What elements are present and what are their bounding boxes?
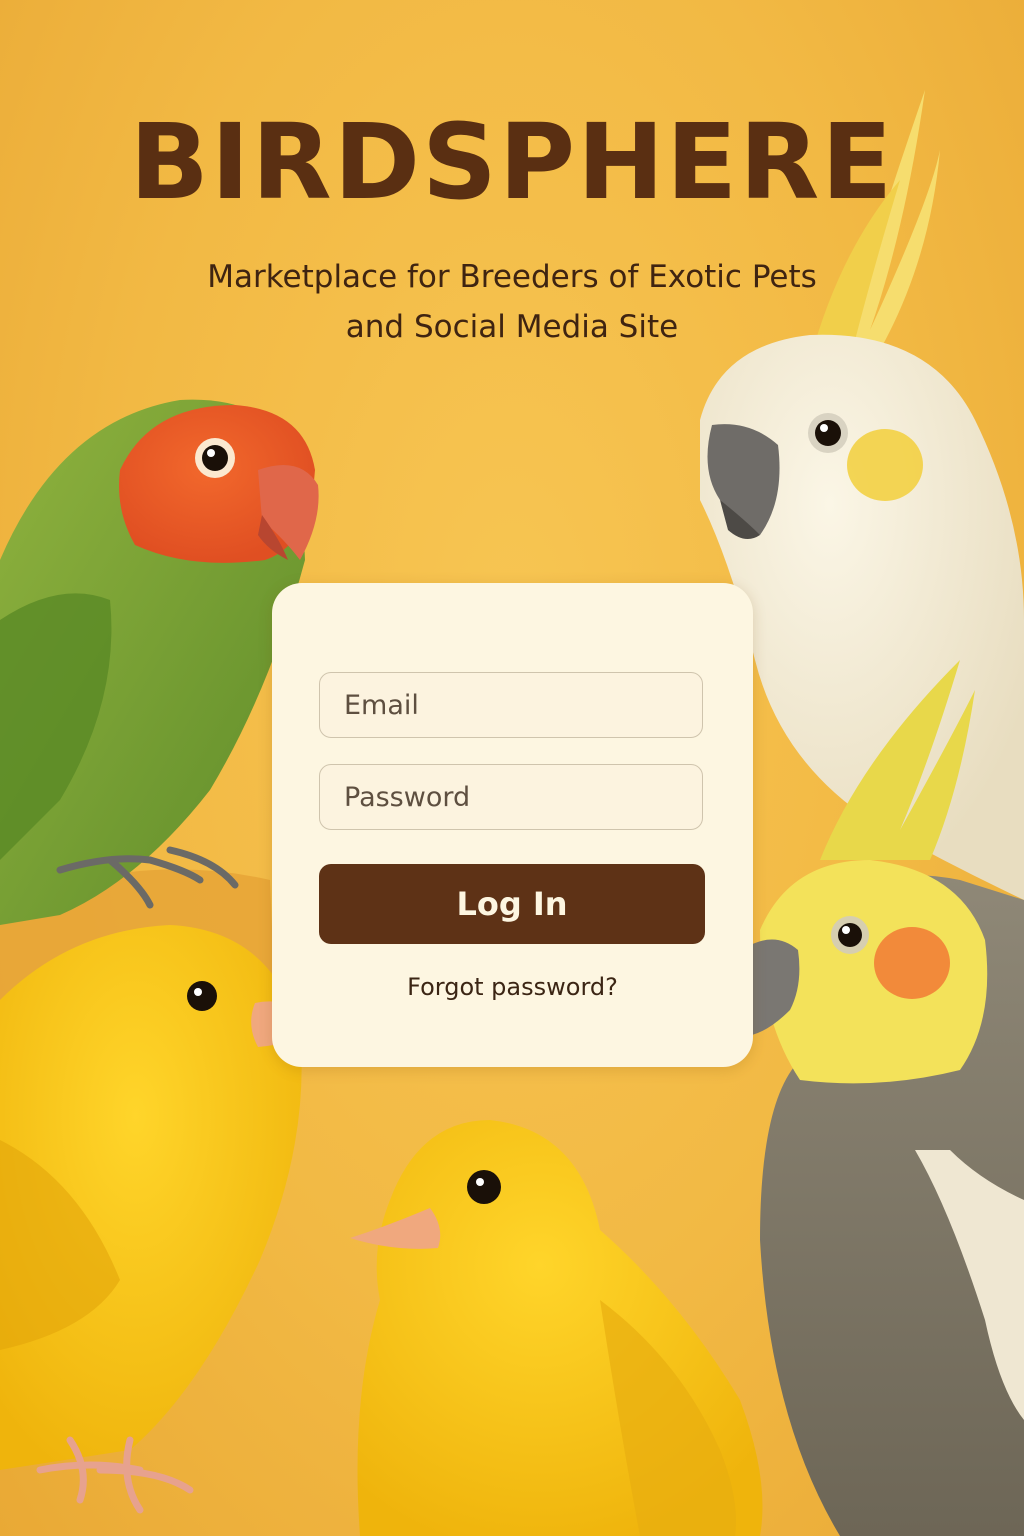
login-button[interactable]: Log In (319, 864, 705, 944)
password-field[interactable] (319, 764, 703, 830)
subtitle-line-2: and Social Media Site (345, 309, 679, 345)
login-page: BIRDSPHERE Marketplace for Breeders of E… (0, 0, 1024, 1536)
canary-left (0, 925, 318, 1514)
canary-center (350, 1120, 763, 1536)
subtitle-line-1: Marketplace for Breeders of Exotic Pets (207, 259, 817, 295)
email-field[interactable] (319, 672, 703, 738)
forgot-password-link[interactable]: Forgot password? (272, 973, 753, 1001)
login-card: Log In Forgot password? (272, 583, 753, 1067)
brand-title: BIRDSPHERE (129, 101, 895, 223)
lovebird (0, 399, 319, 926)
brand-subtitle: Marketplace for Breeders of Exotic Pets … (112, 252, 912, 352)
